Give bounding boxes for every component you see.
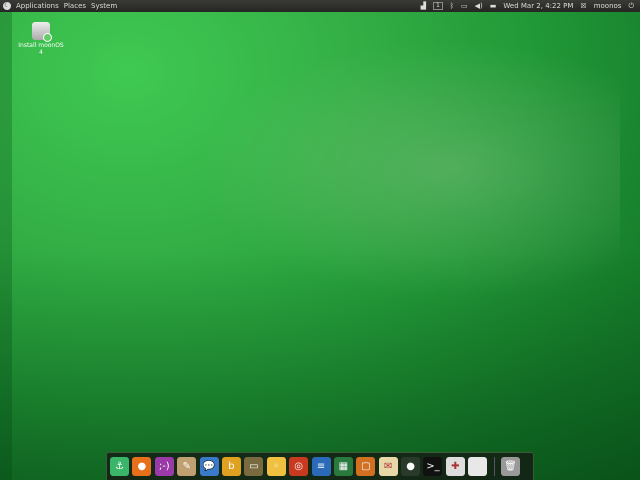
dock: ⚓ ● ;-) ✎ 💬 b ▭ ◦ ◎ ≡ ▦ ▢ ✉ ● >_ ✚ 🗑 <box>106 452 534 480</box>
network-icon[interactable]: ▟ <box>421 2 426 10</box>
power-icon[interactable]: ⏻ <box>628 2 634 11</box>
installer-icon <box>32 22 52 42</box>
menu-system[interactable]: System <box>91 2 117 10</box>
dock-settings-icon[interactable]: ✚ <box>445 457 465 476</box>
dock-webcam-icon[interactable]: ● <box>401 457 421 476</box>
desktop-icon-label: Install moonOS 4 <box>18 42 64 56</box>
dock-separator <box>493 457 495 476</box>
wallpaper-edge <box>0 12 12 480</box>
dock-terminal-icon[interactable]: >_ <box>423 457 443 476</box>
dock-trash-icon[interactable]: 🗑 <box>501 457 521 476</box>
dock-writer-icon[interactable]: ≡ <box>311 457 331 476</box>
volume-icon[interactable]: ◀) <box>475 2 483 10</box>
desktop-icon-install[interactable]: Install moonOS 4 <box>16 22 66 56</box>
dock-paint-icon[interactable]: ✎ <box>177 457 197 476</box>
mail-indicator-icon[interactable]: ▬ <box>490 2 497 10</box>
dock-cheese-icon[interactable]: ◦ <box>266 457 286 476</box>
dock-music-icon[interactable]: ◎ <box>289 457 309 476</box>
dock-impress-icon[interactable]: ▢ <box>356 457 376 476</box>
moonos-logo-icon[interactable]: ☾ <box>3 2 11 10</box>
battery-icon[interactable]: ▭ <box>461 2 468 10</box>
clock[interactable]: Wed Mar 2, 4:22 PM <box>503 2 573 10</box>
user-name[interactable]: moonos <box>594 2 622 10</box>
wallpaper-foliage <box>0 250 640 480</box>
dock-monitor-icon[interactable]: ▭ <box>244 457 264 476</box>
dock-anchor-icon[interactable]: ⚓ <box>110 457 129 476</box>
dock-calc-icon[interactable]: ▦ <box>333 457 353 476</box>
dock-banshee-icon[interactable]: b <box>221 457 241 476</box>
menu-applications[interactable]: Applications <box>16 2 59 10</box>
dock-blank-icon[interactable] <box>468 457 488 476</box>
dock-firefox-icon[interactable]: ● <box>132 457 152 476</box>
workspace-switcher[interactable]: 1 <box>432 2 443 10</box>
bluetooth-icon[interactable]: ᛒ <box>450 2 454 10</box>
dock-mail-icon[interactable]: ✉ <box>378 457 398 476</box>
dock-empathy-icon[interactable]: ;-) <box>154 457 174 476</box>
top-panel: ☾ Applications Places System ▟ 1 ᛒ ▭ ◀) … <box>0 0 640 12</box>
user-icon: ☒ <box>580 2 587 10</box>
dock-pidgin-icon[interactable]: 💬 <box>199 457 219 476</box>
menu-places[interactable]: Places <box>64 2 86 10</box>
